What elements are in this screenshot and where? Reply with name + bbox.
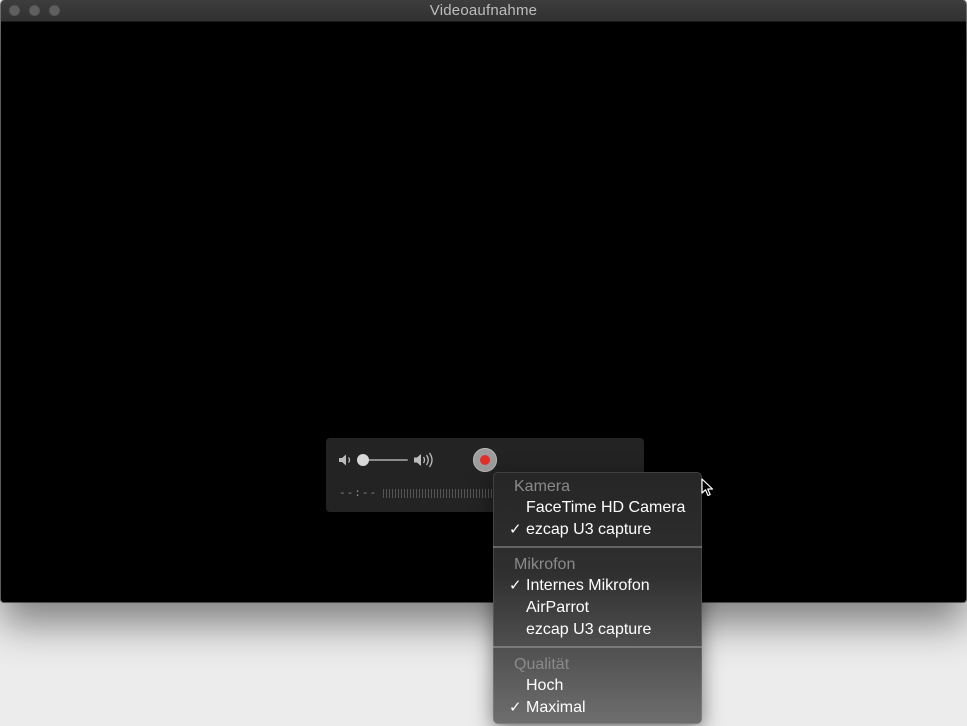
options-menu: Kamera FaceTime HD Camera ✓ ezcap U3 cap…: [493, 472, 702, 724]
window-title: Videoaufnahme: [429, 2, 538, 19]
menu-section-microphone-title: Mikrofon: [514, 556, 576, 573]
checkmark-icon: ✓: [509, 699, 522, 716]
recording-time: --:--: [339, 486, 378, 499]
menu-item-microphone-ezcap[interactable]: ezcap U3 capture: [493, 619, 702, 641]
menu-item-label: FaceTime HD Camera: [526, 499, 686, 516]
record-icon: [480, 455, 490, 465]
menu-item-airparrot[interactable]: AirParrot: [493, 597, 702, 619]
menu-item-label: Maximal: [526, 699, 586, 716]
menu-item-internal-microphone[interactable]: ✓ Internes Mikrofon: [493, 575, 702, 597]
checkmark-icon: ✓: [509, 521, 522, 538]
title-bar[interactable]: Videoaufnahme: [1, 0, 966, 22]
menu-item-label: Internes Mikrofon: [526, 577, 650, 594]
mouse-pointer-icon: [701, 478, 714, 497]
menu-item-label: ezcap U3 capture: [526, 621, 652, 638]
menu-section-camera-title: Kamera: [514, 478, 571, 495]
record-button[interactable]: [473, 448, 497, 472]
checkmark-icon: ✓: [509, 577, 522, 594]
menu-item-camera-ezcap[interactable]: ✓ ezcap U3 capture: [493, 519, 702, 541]
menu-item-facetime-hd-camera[interactable]: FaceTime HD Camera: [493, 497, 702, 519]
video-preview: [1, 22, 966, 602]
audio-level-meter: [383, 489, 495, 498]
menu-item-quality-maximal[interactable]: ✓ Maximal: [493, 697, 702, 719]
desktop: Videoaufnahme --:-- Kamera FaceTime HD C…: [0, 0, 967, 726]
menu-item-label: ezcap U3 capture: [526, 521, 652, 538]
speaker-high-icon[interactable]: [413, 452, 437, 468]
menu-separator: [493, 646, 702, 648]
volume-slider-knob[interactable]: [357, 454, 369, 466]
video-recording-window: Videoaufnahme --:--: [1, 0, 966, 602]
menu-separator: [493, 546, 702, 548]
menu-item-quality-high[interactable]: Hoch: [493, 675, 702, 697]
speaker-low-icon[interactable]: [338, 453, 354, 467]
menu-section-quality-title: Qualität: [514, 656, 570, 673]
menu-item-label: Hoch: [526, 677, 564, 694]
menu-item-label: AirParrot: [526, 599, 590, 616]
